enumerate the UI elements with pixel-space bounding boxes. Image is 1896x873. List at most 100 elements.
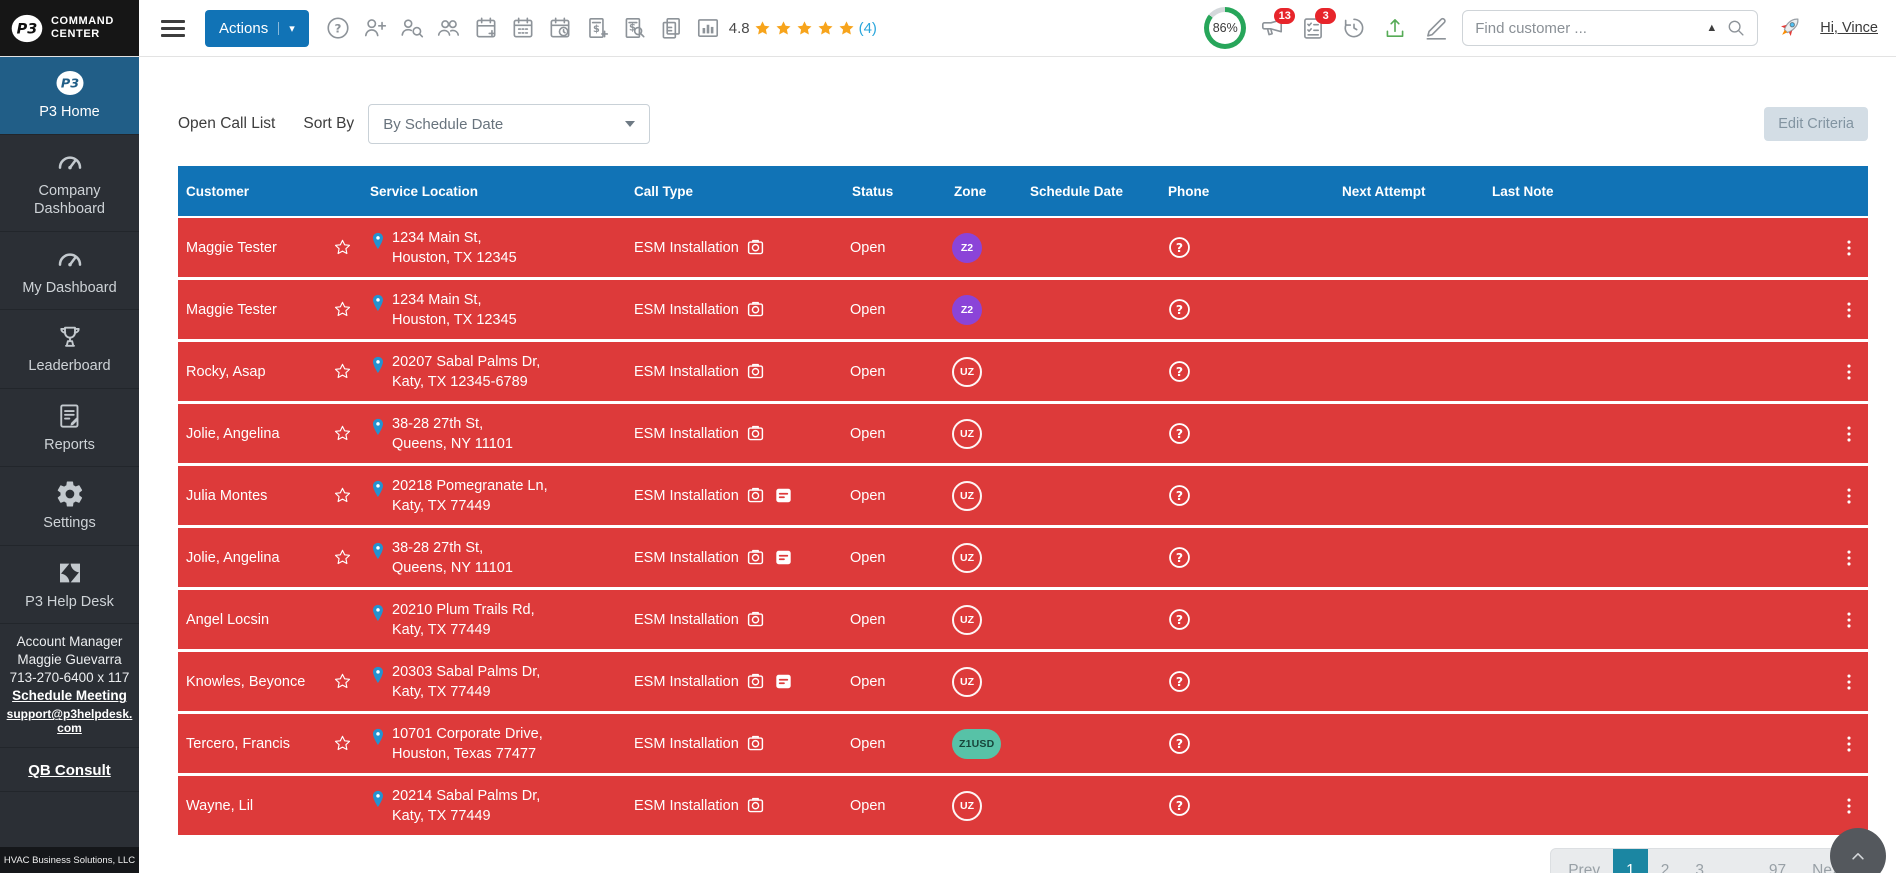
menu-icon[interactable] xyxy=(161,16,185,41)
phone-help-icon[interactable] xyxy=(1166,668,1193,695)
sidebar-item-my-dashboard[interactable]: My Dashboard xyxy=(0,232,139,311)
schedule-meeting-link[interactable]: Schedule Meeting xyxy=(4,688,135,703)
favorite-star-icon[interactable] xyxy=(332,237,353,258)
schedule-clock-icon[interactable] xyxy=(547,15,573,41)
prev-page-button[interactable]: Prev xyxy=(1555,849,1613,873)
page-button-2[interactable]: 2 xyxy=(1648,849,1683,873)
photos-icon[interactable] xyxy=(744,546,767,569)
notes-icon[interactable] xyxy=(772,546,795,569)
tasks-icon[interactable]: 3 xyxy=(1300,8,1337,41)
column-header-service-location[interactable]: Service Location xyxy=(368,184,632,199)
customer-name[interactable]: Wayne, Lil xyxy=(178,798,332,814)
support-email-link[interactable]: support@p3helpdesk.com xyxy=(4,707,135,735)
edit-criteria-button[interactable]: Edit Criteria xyxy=(1764,107,1868,141)
address-text[interactable]: 20214 Sabal Palms Dr, Katy, TX 77449 xyxy=(392,786,540,826)
progress-donut[interactable]: 86% xyxy=(1204,7,1247,49)
rocket-icon[interactable] xyxy=(1771,13,1807,43)
search-icon[interactable] xyxy=(1725,17,1747,39)
photos-icon[interactable] xyxy=(744,298,767,321)
address-text[interactable]: 1234 Main St, Houston, TX 12345 xyxy=(392,228,517,268)
customer-name[interactable]: Maggie Tester xyxy=(178,240,332,256)
photos-icon[interactable] xyxy=(744,360,767,383)
row-menu-icon[interactable] xyxy=(1838,795,1860,817)
phone-help-icon[interactable] xyxy=(1166,730,1193,757)
phone-help-icon[interactable] xyxy=(1166,358,1193,385)
sidebar-item-p3-help-desk[interactable]: P3 Help Desk xyxy=(0,546,139,625)
phone-help-icon[interactable] xyxy=(1166,792,1193,819)
notes-icon[interactable] xyxy=(772,670,795,693)
favorite-star-icon[interactable] xyxy=(332,547,353,568)
calendar-icon[interactable] xyxy=(510,15,536,41)
row-menu-icon[interactable] xyxy=(1838,671,1860,693)
photos-icon[interactable] xyxy=(744,236,767,259)
row-menu-icon[interactable] xyxy=(1838,423,1860,445)
column-header-call-type[interactable]: Call Type xyxy=(632,184,850,199)
row-menu-icon[interactable] xyxy=(1838,547,1860,569)
column-header-phone[interactable]: Phone xyxy=(1166,184,1340,199)
customer-name[interactable]: Jolie, Angelina xyxy=(178,550,332,566)
sidebar-item-reports[interactable]: Reports xyxy=(0,389,139,468)
customers-icon[interactable] xyxy=(436,15,462,41)
address-text[interactable]: 20218 Pomegranate Ln, Katy, TX 77449 xyxy=(392,476,548,516)
favorite-star-icon[interactable] xyxy=(332,423,353,444)
actions-button[interactable]: Actions ▾ xyxy=(205,9,309,47)
find-customer-icon[interactable] xyxy=(399,15,425,41)
company-rating[interactable]: 4.8 (4) xyxy=(729,18,877,39)
phone-help-icon[interactable] xyxy=(1166,234,1193,261)
column-header-last-note[interactable]: Last Note xyxy=(1490,184,1830,199)
address-text[interactable]: 20207 Sabal Palms Dr, Katy, TX 12345-6789 xyxy=(392,352,540,392)
page-button-3[interactable]: 3 xyxy=(1682,849,1717,873)
page-button-97[interactable]: 97 xyxy=(1756,849,1799,873)
app-logo[interactable]: P3 COMMAND CENTER xyxy=(0,0,139,56)
sidebar-item-company-dashboard[interactable]: Company Dashboard xyxy=(0,135,139,232)
new-appointment-icon[interactable] xyxy=(473,15,499,41)
row-menu-icon[interactable] xyxy=(1838,609,1860,631)
favorite-star-icon[interactable] xyxy=(332,299,353,320)
photos-icon[interactable] xyxy=(744,422,767,445)
phone-help-icon[interactable] xyxy=(1166,482,1193,509)
announcements-icon[interactable]: 13 xyxy=(1259,8,1296,41)
sidebar-item-p3-home[interactable]: P3 P3 Home xyxy=(0,56,139,135)
customer-name[interactable]: Angel Locsin xyxy=(178,612,332,628)
customer-name[interactable]: Knowles, Beyonce xyxy=(178,674,332,690)
documents-icon[interactable] xyxy=(658,15,684,41)
phone-help-icon[interactable] xyxy=(1166,296,1193,323)
column-header-next-attempt[interactable]: Next Attempt xyxy=(1340,184,1490,199)
help-icon[interactable] xyxy=(325,15,351,41)
history-icon[interactable] xyxy=(1341,15,1367,41)
favorite-star-icon[interactable] xyxy=(332,733,353,754)
sidebar-item-settings[interactable]: Settings xyxy=(0,467,139,546)
customer-name[interactable]: Rocky, Asap xyxy=(178,364,332,380)
column-header-customer[interactable]: Customer xyxy=(178,184,332,199)
add-customer-icon[interactable] xyxy=(362,15,388,41)
customer-name[interactable]: Julia Montes xyxy=(178,488,332,504)
address-text[interactable]: 10701 Corporate Drive, Houston, Texas 774… xyxy=(392,724,543,764)
new-invoice-icon[interactable] xyxy=(584,15,610,41)
phone-help-icon[interactable] xyxy=(1166,606,1193,633)
address-text[interactable]: 38-28 27th St, Queens, NY 11101 xyxy=(392,414,513,454)
favorite-star-icon[interactable] xyxy=(332,485,353,506)
address-text[interactable]: 38-28 27th St, Queens, NY 11101 xyxy=(392,538,513,578)
notes-icon[interactable] xyxy=(772,484,795,507)
row-menu-icon[interactable] xyxy=(1838,361,1860,383)
find-invoice-icon[interactable] xyxy=(621,15,647,41)
edit-icon[interactable] xyxy=(1423,15,1449,41)
share-icon[interactable] xyxy=(1382,15,1408,41)
qb-consult-link[interactable]: QB Consult xyxy=(4,762,135,779)
row-menu-icon[interactable] xyxy=(1838,733,1860,755)
address-text[interactable]: 20303 Sabal Palms Dr, Katy, TX 77449 xyxy=(392,662,540,702)
sort-select[interactable]: By Schedule Date xyxy=(368,104,651,144)
column-header-schedule-date[interactable]: Schedule Date xyxy=(1028,184,1166,199)
column-header-status[interactable]: Status xyxy=(850,184,952,199)
phone-help-icon[interactable] xyxy=(1166,544,1193,571)
favorite-star-icon[interactable] xyxy=(332,361,353,382)
customer-name[interactable]: Jolie, Angelina xyxy=(178,426,332,442)
column-header-zone[interactable]: Zone xyxy=(952,184,1028,199)
caret-up-icon[interactable]: ▲ xyxy=(1706,22,1717,34)
photos-icon[interactable] xyxy=(744,794,767,817)
photos-icon[interactable] xyxy=(744,732,767,755)
photos-icon[interactable] xyxy=(744,484,767,507)
photos-icon[interactable] xyxy=(744,608,767,631)
page-button-1[interactable]: 1 xyxy=(1613,849,1648,873)
photos-icon[interactable] xyxy=(744,670,767,693)
